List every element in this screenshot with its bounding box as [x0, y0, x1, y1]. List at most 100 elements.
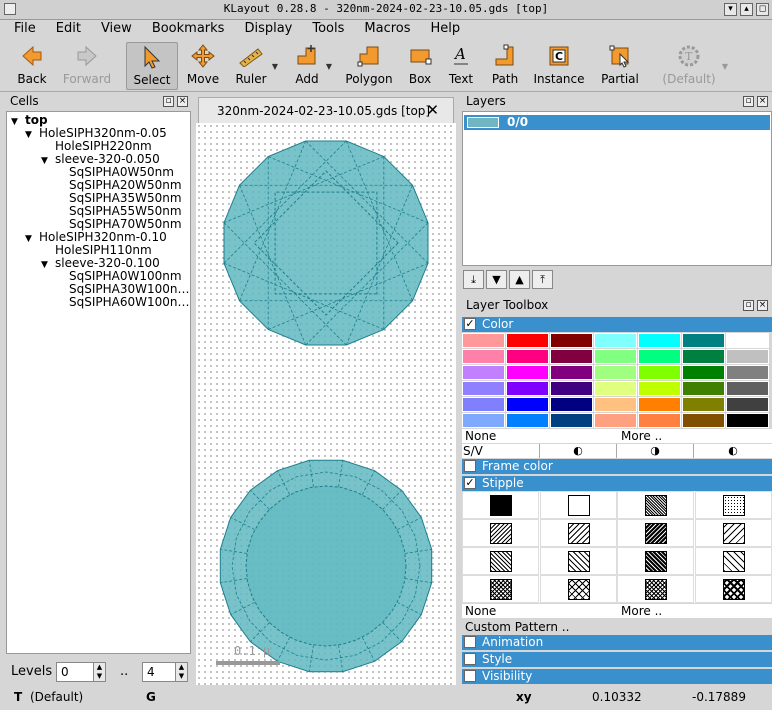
add-dropdown-icon[interactable]: ▼: [326, 62, 332, 71]
stipple-option[interactable]: [539, 519, 617, 547]
close-panel-icon[interactable]: ×: [177, 96, 188, 107]
stipple-option[interactable]: [617, 491, 694, 519]
stipple-option[interactable]: [617, 519, 694, 547]
color-swatch[interactable]: [682, 349, 725, 364]
select-tool-button[interactable]: Select: [126, 42, 178, 90]
forward-button[interactable]: Forward: [60, 42, 114, 90]
polygon-tool-button[interactable]: Polygon: [344, 42, 394, 90]
stipple-option[interactable]: [462, 547, 539, 575]
expand-arrow-icon[interactable]: ▼: [41, 155, 51, 168]
default-mode-button[interactable]: T (Default) ▼: [660, 42, 728, 90]
color-swatch[interactable]: [550, 413, 593, 428]
menu-macros[interactable]: Macros: [350, 20, 416, 36]
expand-arrow-icon[interactable]: ▼: [25, 129, 35, 142]
darker-icon[interactable]: ◐: [539, 444, 616, 458]
close-panel-icon[interactable]: ×: [757, 96, 768, 107]
color-swatch[interactable]: [638, 365, 681, 380]
color-swatch[interactable]: [506, 381, 549, 396]
back-button[interactable]: Back: [10, 42, 54, 90]
color-swatch[interactable]: [682, 333, 725, 348]
layer-item[interactable]: 0/0: [464, 115, 770, 130]
color-swatch[interactable]: [462, 365, 505, 380]
expand-arrow-icon[interactable]: ▼: [11, 116, 21, 129]
frame-color-checkbox[interactable]: [464, 460, 476, 472]
layout-tab[interactable]: 320nm-2024-02-23-10.05.gds [top] ✕: [198, 97, 454, 123]
add-tool-button[interactable]: Add ▼: [292, 42, 332, 90]
level-from-spinbox[interactable]: 0 ▲ ▼: [56, 662, 106, 682]
expand-arrow-icon[interactable]: ▼: [41, 259, 51, 272]
color-swatch[interactable]: [550, 381, 593, 396]
stipple-option[interactable]: [617, 575, 694, 603]
color-swatch[interactable]: [550, 365, 593, 380]
color-swatch[interactable]: [506, 413, 549, 428]
float-panel-icon[interactable]: ▫: [743, 96, 754, 107]
color-swatch[interactable]: [726, 397, 769, 412]
color-swatch[interactable]: [550, 397, 593, 412]
color-swatch[interactable]: [726, 381, 769, 396]
animation-checkbox[interactable]: [464, 636, 476, 648]
stipple-option[interactable]: [694, 575, 772, 603]
custom-pattern-button[interactable]: Custom Pattern ..: [465, 620, 569, 634]
menu-bookmarks[interactable]: Bookmarks: [138, 20, 231, 36]
path-tool-button[interactable]: Path: [488, 42, 522, 90]
color-section[interactable]: ✓ Color: [462, 317, 772, 332]
move-down-icon[interactable]: ▼: [486, 270, 507, 289]
color-swatch[interactable]: [462, 397, 505, 412]
color-swatch[interactable]: [462, 333, 505, 348]
expand-arrow-icon[interactable]: ▼: [25, 233, 35, 246]
stipple-option[interactable]: [539, 547, 617, 575]
color-swatch[interactable]: [594, 365, 637, 380]
brighter-icon[interactable]: ◑: [616, 444, 693, 458]
move-tool-button[interactable]: Move: [184, 42, 222, 90]
ruler-tool-button[interactable]: Ruler ▼: [234, 42, 278, 90]
color-swatch[interactable]: [682, 365, 725, 380]
level-to-spinbox[interactable]: 4 ▲ ▼: [142, 662, 188, 682]
float-panel-icon[interactable]: ▫: [743, 300, 754, 311]
cell-tree-item[interactable]: SqSIPHA60W100n…: [69, 296, 190, 309]
stipple-none-button[interactable]: None: [465, 604, 496, 618]
text-tool-button[interactable]: A Text: [446, 42, 476, 90]
color-swatch[interactable]: [550, 333, 593, 348]
visibility-checkbox[interactable]: [464, 670, 476, 682]
stipple-option[interactable]: [694, 491, 772, 519]
stipple-option[interactable]: [539, 575, 617, 603]
partial-tool-button[interactable]: Partial: [598, 42, 642, 90]
ruler-dropdown-icon[interactable]: ▼: [272, 62, 278, 71]
color-swatch[interactable]: [462, 413, 505, 428]
stipple-option[interactable]: [462, 519, 539, 547]
color-more-button[interactable]: More ..: [621, 429, 662, 443]
stipple-option[interactable]: [462, 491, 539, 519]
menu-view[interactable]: View: [87, 20, 138, 36]
color-swatch[interactable]: [638, 381, 681, 396]
color-swatch[interactable]: [594, 381, 637, 396]
close-panel-icon[interactable]: ×: [757, 300, 768, 311]
color-swatch[interactable]: [682, 413, 725, 428]
stipple-more-button[interactable]: More ..: [621, 604, 662, 618]
instance-tool-button[interactable]: C Instance: [532, 42, 586, 90]
color-swatch[interactable]: [462, 349, 505, 364]
stipple-option[interactable]: [694, 519, 772, 547]
visibility-section[interactable]: Visibility: [462, 669, 772, 684]
move-to-top-icon[interactable]: ⤒: [532, 270, 553, 289]
maximize-icon[interactable]: ▴: [740, 3, 753, 16]
color-swatch[interactable]: [638, 349, 681, 364]
color-swatch[interactable]: [506, 397, 549, 412]
color-swatch[interactable]: [682, 397, 725, 412]
menu-help[interactable]: Help: [417, 20, 467, 36]
color-swatch[interactable]: [638, 397, 681, 412]
color-swatch[interactable]: [638, 333, 681, 348]
menu-tools[interactable]: Tools: [298, 20, 350, 36]
color-checkbox[interactable]: ✓: [464, 318, 476, 330]
style-section[interactable]: Style: [462, 652, 772, 667]
default-dropdown-icon[interactable]: ▼: [722, 62, 728, 71]
spin-arrows-icon[interactable]: ▲ ▼: [175, 663, 187, 681]
stipple-checkbox[interactable]: ✓: [464, 477, 476, 489]
color-swatch[interactable]: [550, 349, 593, 364]
style-checkbox[interactable]: [464, 653, 476, 665]
move-up-icon[interactable]: ▲: [509, 270, 530, 289]
stipple-option[interactable]: [617, 547, 694, 575]
color-swatch[interactable]: [594, 333, 637, 348]
color-none-button[interactable]: None: [465, 429, 496, 443]
stipple-option[interactable]: [694, 547, 772, 575]
color-swatch[interactable]: [506, 349, 549, 364]
